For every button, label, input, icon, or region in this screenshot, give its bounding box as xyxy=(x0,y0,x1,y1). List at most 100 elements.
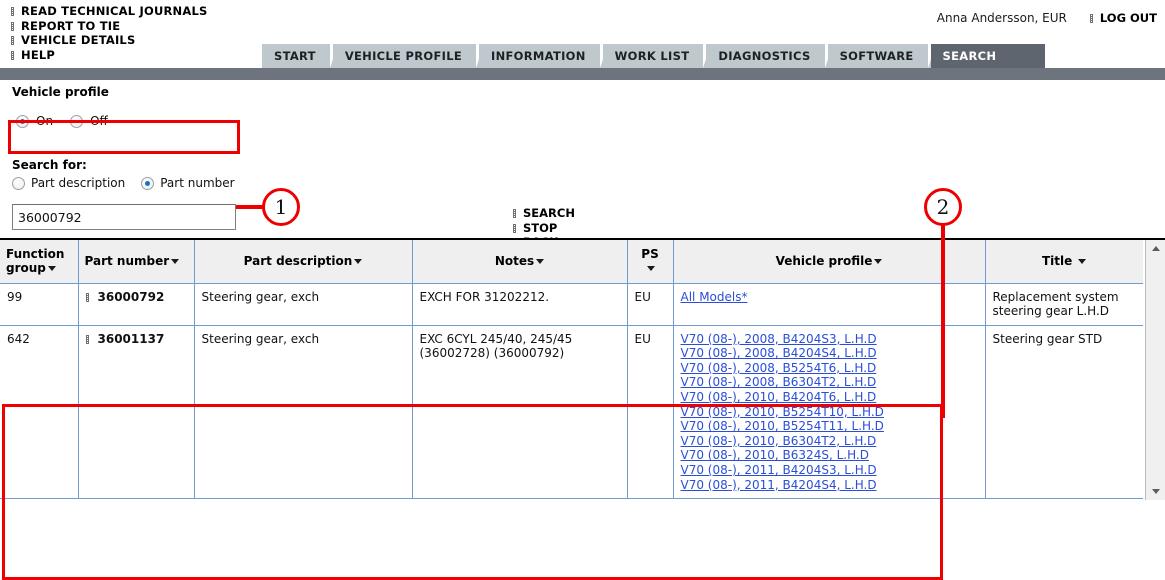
column-header-part-number[interactable]: Part number xyxy=(78,240,195,284)
search-for-radio-group: Part description Part number xyxy=(12,176,245,190)
vehicle-profile-link[interactable]: V70 (08-), 2008, B5254T6, L.H.D xyxy=(681,361,978,376)
menu-item-label: VEHICLE DETAILS xyxy=(21,33,136,47)
tab-software[interactable]: SOFTWARE xyxy=(827,44,936,68)
table-row[interactable]: 642 36001137 Steering gear, exch EXC 6CY… xyxy=(0,325,1143,500)
tab-start[interactable]: START xyxy=(262,44,338,68)
column-header-label: Part description xyxy=(243,254,353,269)
cell-ps: EU xyxy=(627,283,674,326)
vehicle-profile-link[interactable]: V70 (08-), 2010, B4204T6, L.H.D xyxy=(681,390,978,405)
tab-label: INFORMATION xyxy=(491,49,586,63)
header-menu: READ TECHNICAL JOURNALS REPORT TO TIE VE… xyxy=(10,4,207,62)
results-table-scrollport: Function group Part number Part descript… xyxy=(0,240,1145,500)
radio-part-description[interactable] xyxy=(12,176,25,190)
sort-caret-icon[interactable] xyxy=(171,258,180,264)
menu-item-label: REPORT TO TIE xyxy=(21,18,121,33)
menu-item-vehicle-details[interactable]: VEHICLE DETAILS xyxy=(10,33,207,48)
sort-caret-icon[interactable] xyxy=(1078,258,1087,264)
vehicle-profile-link[interactable]: V70 (08-), 2010, B6324S, L.H.D xyxy=(681,448,978,463)
vehicle-profile-link[interactable]: All Models* xyxy=(681,290,978,305)
grip-dots-icon xyxy=(11,7,14,16)
stop-button-label: STOP xyxy=(523,220,558,235)
grip-dots-icon xyxy=(85,334,89,344)
radio-profile-off[interactable] xyxy=(70,114,84,128)
radio-profile-on[interactable] xyxy=(16,114,29,128)
vehicle-profile-link[interactable]: V70 (08-), 2011, B4204S3, L.H.D xyxy=(681,463,978,478)
cell-part-description: Steering gear, exch xyxy=(194,283,413,326)
grip-dots-icon xyxy=(11,36,14,45)
radio-profile-on-label: On xyxy=(36,114,54,128)
cell-vehicle-profile: V70 (08-), 2008, B4204S3, L.H.D V70 (08-… xyxy=(673,325,986,500)
table-row[interactable]: 99 36000792 Steering gear, exch EXCH FOR… xyxy=(0,283,1143,326)
column-header-part-description[interactable]: Part description xyxy=(194,240,413,284)
sort-caret-icon[interactable] xyxy=(647,265,655,271)
column-header-label: PS xyxy=(641,247,659,262)
menu-item-report-to-tie[interactable]: REPORT TO TIE xyxy=(10,19,207,34)
grip-dots-icon xyxy=(11,50,14,60)
tab-label: DIAGNOSTICS xyxy=(718,49,811,63)
vehicle-profile-link[interactable]: V70 (08-), 2008, B4204S4, L.H.D xyxy=(681,346,978,361)
vehicle-profile-radio-group: On Off xyxy=(16,114,118,128)
cell-notes: EXCH FOR 31202212. xyxy=(412,283,628,326)
cell-function-group: 99 xyxy=(0,283,79,326)
sort-caret-icon[interactable] xyxy=(354,258,363,264)
tab-label: SEARCH xyxy=(942,49,997,63)
table-vertical-scrollbar[interactable] xyxy=(1145,240,1165,500)
menu-item-read-technical-journals[interactable]: READ TECHNICAL JOURNALS xyxy=(10,4,207,19)
table-header-row: Function group Part number Part descript… xyxy=(0,240,1143,284)
column-header-function-group[interactable]: Function group xyxy=(0,240,79,284)
vehicle-profile-link[interactable]: V70 (08-), 2008, B4204S3, L.H.D xyxy=(681,332,978,347)
column-header-label: Function group xyxy=(6,247,65,276)
tab-diagnostics[interactable]: DIAGNOSTICS xyxy=(706,44,833,68)
column-header-vehicle-profile[interactable]: Vehicle profile xyxy=(673,240,986,284)
grip-dots-icon xyxy=(11,21,14,31)
tab-vehicle-profile[interactable]: VEHICLE PROFILE xyxy=(332,44,485,68)
grip-dots-icon xyxy=(85,292,89,302)
menu-item-help[interactable]: HELP xyxy=(10,48,207,63)
search-input-wrapper xyxy=(12,204,236,230)
cell-title: Replacement system steering gear L.H.D xyxy=(985,283,1143,326)
cell-part-description: Steering gear, exch xyxy=(194,325,413,500)
sort-caret-icon[interactable] xyxy=(47,265,56,271)
user-area: Anna Andersson, EUR LOG OUT xyxy=(937,11,1157,25)
app-header: READ TECHNICAL JOURNALS REPORT TO TIE VE… xyxy=(0,0,1165,68)
tab-work-list[interactable]: WORK LIST xyxy=(602,44,711,68)
cell-part-number[interactable]: 36001137 xyxy=(78,325,195,500)
vehicle-profile-label: Vehicle profile xyxy=(12,85,109,99)
sort-caret-icon[interactable] xyxy=(874,258,883,264)
column-header-title[interactable]: Title xyxy=(985,240,1143,284)
search-button-label: SEARCH xyxy=(523,206,575,220)
radio-part-number[interactable] xyxy=(141,176,155,190)
cell-notes: EXC 6CYL 245/40, 245/45 (36002728) (3600… xyxy=(412,325,628,500)
logout-button[interactable]: LOG OUT xyxy=(1089,11,1157,25)
vehicle-profile-link[interactable]: V70 (08-), 2010, B5254T11, L.H.D xyxy=(681,419,978,434)
cell-ps: EU xyxy=(627,325,674,500)
search-button[interactable]: SEARCH xyxy=(512,206,575,221)
menu-item-label: READ TECHNICAL JOURNALS xyxy=(21,4,208,18)
tab-information[interactable]: INFORMATION xyxy=(479,44,608,68)
main-tabs: START VEHICLE PROFILE INFORMATION WORK L… xyxy=(262,42,1048,68)
vehicle-profile-link[interactable]: V70 (08-), 2010, B6304T2, L.H.D xyxy=(681,434,978,449)
menu-item-label: HELP xyxy=(21,47,56,62)
sort-caret-icon[interactable] xyxy=(536,258,545,264)
search-input[interactable] xyxy=(12,204,236,230)
tab-label: SOFTWARE xyxy=(839,49,914,63)
column-header-label: Vehicle profile xyxy=(775,254,873,269)
results-table: Function group Part number Part descript… xyxy=(0,240,1143,500)
grip-dots-icon xyxy=(513,223,516,233)
vehicle-profile-link[interactable]: V70 (08-), 2010, B5254T10, L.H.D xyxy=(681,405,978,420)
stop-button[interactable]: STOP xyxy=(512,221,575,236)
user-name-label: Anna Andersson, EUR xyxy=(936,11,1067,25)
scroll-up-arrow-icon[interactable] xyxy=(1146,240,1165,257)
column-header-ps[interactable]: PS xyxy=(627,240,674,284)
tab-label: WORK LIST xyxy=(614,49,690,63)
tab-label: START xyxy=(274,49,316,63)
vehicle-profile-link[interactable]: V70 (08-), 2011, B4204S4, L.H.D xyxy=(681,478,978,493)
column-header-notes[interactable]: Notes xyxy=(412,240,628,284)
grip-dots-icon xyxy=(1089,14,1093,23)
cell-part-number[interactable]: 36000792 xyxy=(78,283,195,326)
scroll-down-arrow-icon[interactable] xyxy=(1146,483,1165,500)
column-header-label: Notes xyxy=(494,254,535,269)
tab-search[interactable]: SEARCH xyxy=(930,44,1045,68)
part-number-value: 36000792 xyxy=(97,289,165,304)
vehicle-profile-link[interactable]: V70 (08-), 2008, B6304T2, L.H.D xyxy=(681,375,978,390)
